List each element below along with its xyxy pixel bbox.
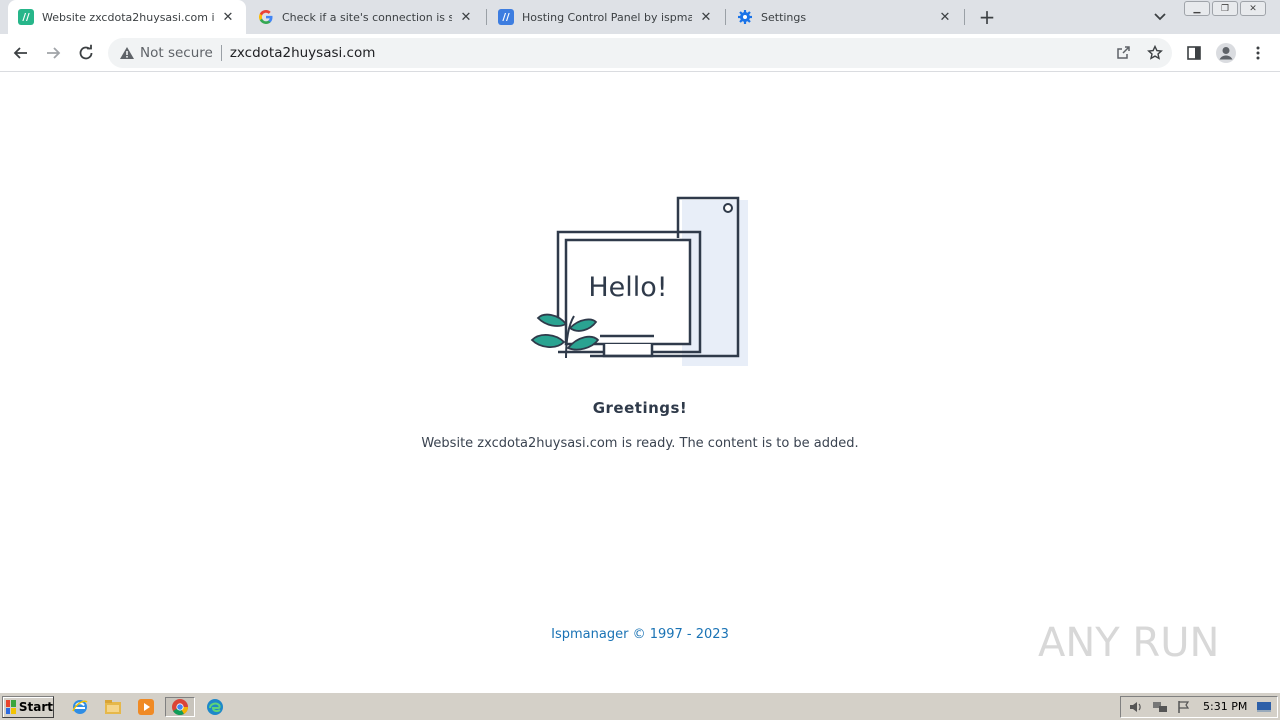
tablet-camera [723,203,733,213]
forward-button[interactable] [40,40,66,66]
watermark-text: ANY RUN [1038,620,1219,666]
security-label[interactable]: Not secure [140,45,213,61]
window-controls: ▁ ❐ ✕ [1184,1,1266,16]
share-icon[interactable] [1112,42,1134,64]
tab-title: Settings [761,10,807,24]
address-bar[interactable]: Not secure zxcdota2huysasi.com [108,38,1172,68]
tab-strip: // Website zxcdota2huysasi.com is rea ✕ … [0,0,1280,34]
avatar-icon [1216,43,1236,63]
close-icon[interactable]: ✕ [220,9,236,25]
side-panel-button[interactable] [1181,40,1207,66]
new-tab-button[interactable]: + [976,5,998,29]
start-label: Start [18,700,53,714]
clock: 5:31 PM [1203,700,1248,713]
omnibox-actions [1112,42,1166,64]
system-tray: 5:31 PM [1120,696,1278,718]
tab-title: Hosting Control Panel by ispmanager [522,10,692,24]
close-icon[interactable]: ✕ [698,9,714,25]
chrome-taskbar-icon[interactable] [165,697,195,717]
back-button[interactable] [8,40,34,66]
hello-text: Hello! [588,272,667,303]
kebab-menu-icon [1256,46,1260,60]
warning-icon[interactable] [118,44,136,62]
ispmanager-icon: // [18,9,34,25]
reload-button[interactable] [73,40,99,66]
url-text[interactable]: zxcdota2huysasi.com [230,45,376,61]
restore-button[interactable]: ❐ [1212,1,1238,16]
omnibox-divider [220,45,222,61]
leaf [530,334,566,348]
profile-button[interactable] [1213,40,1239,66]
windows-taskbar: Start 5:31 PM [0,692,1280,720]
monitor-stand [602,344,654,358]
tab-settings[interactable]: Settings ✕ [727,0,963,34]
leaf [536,313,568,327]
tab-search-button[interactable] [1150,7,1170,27]
hello-illustration: Hello! [530,196,748,366]
ie-icon[interactable] [69,697,91,717]
page-description: Website zxcdota2huysasi.com is ready. Th… [421,436,859,451]
side-panel-icon [1187,46,1201,60]
star-icon[interactable] [1144,42,1166,64]
tab-hosting-control-panel[interactable]: // Hosting Control Panel by ispmanager ✕ [488,0,724,34]
arrow-left-icon [13,47,27,59]
close-icon[interactable]: ✕ [937,9,953,25]
tab-separator [725,9,726,25]
volume-icon[interactable] [1127,699,1145,715]
anyrun-watermark: ANY RUN [1038,620,1219,666]
close-icon[interactable]: ✕ [458,9,474,25]
minimize-button[interactable]: ▁ [1184,1,1210,16]
media-player-icon[interactable] [135,697,157,717]
tab-website[interactable]: // Website zxcdota2huysasi.com is rea ✕ [8,0,246,34]
google-icon [258,9,274,25]
browser-toolbar: Not secure zxcdota2huysasi.com [0,34,1280,72]
tab-title: Website zxcdota2huysasi.com is rea [42,10,214,24]
tab-separator [964,9,965,25]
tab-separator [486,9,487,25]
close-window-button[interactable]: ✕ [1240,1,1266,16]
menu-button[interactable] [1245,40,1271,66]
network-icon[interactable] [1151,699,1169,715]
gear-icon [737,9,753,25]
edge-icon[interactable] [204,697,226,717]
tab-check-connection[interactable]: Check if a site's connection is secure ✕ [248,0,484,34]
folder-icon[interactable] [102,697,124,717]
chevron-down-icon [1154,13,1166,21]
show-desktop-icon[interactable] [1255,699,1273,715]
reload-icon [79,44,93,60]
tab-title: Check if a site's connection is secure [282,10,452,24]
web-page: Hello! Greetings! Website zxcdota2huysas… [0,72,1280,692]
windows-logo-icon [6,700,16,714]
flag-icon[interactable] [1175,699,1193,715]
start-button[interactable]: Start [2,696,54,718]
page-heading: Greetings! [592,399,688,417]
arrow-right-icon [47,47,61,59]
ispmanager-icon: // [498,9,514,25]
